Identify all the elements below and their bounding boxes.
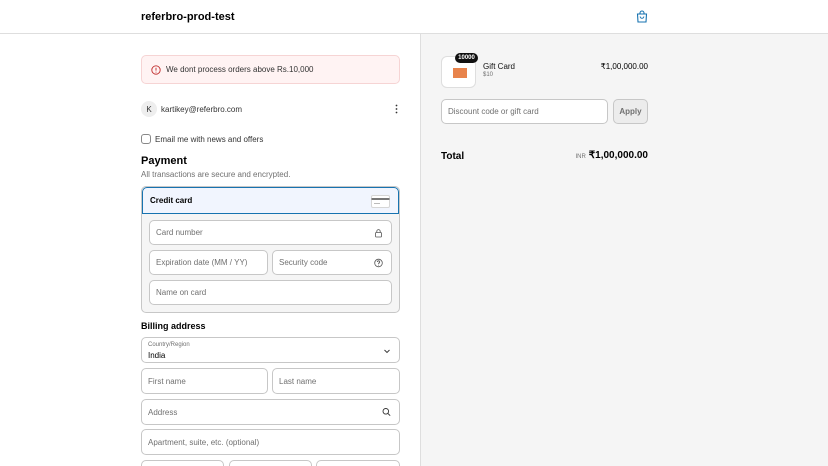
lock-icon [375, 228, 382, 237]
alert-message: We dont process orders above Rs.10,000 [166, 65, 314, 74]
discount-placeholder: Discount code or gift card [448, 107, 539, 116]
order-limit-alert: We dont process orders above Rs.10,000 [141, 55, 400, 84]
address-field[interactable]: Address [141, 399, 400, 425]
last-name-field[interactable]: Last name [272, 368, 400, 394]
name-on-card-field[interactable]: Name on card [149, 280, 392, 305]
country-label: Country/Region [148, 342, 190, 348]
apartment-field[interactable]: Apartment, suite, etc. (optional) [141, 429, 400, 455]
expiry-placeholder: Expiration date (MM / YY) [156, 258, 248, 267]
city-field[interactable] [141, 460, 224, 466]
credit-card-method[interactable]: Credit card [142, 187, 399, 214]
currency-code: INR [575, 154, 586, 160]
product-image [453, 68, 467, 78]
credit-card-label: Credit card [150, 196, 193, 205]
total-value: ₹1,00,000.00 [588, 150, 648, 161]
billing-title: Billing address [141, 321, 206, 331]
first-name-field[interactable]: First name [141, 368, 268, 394]
store-name[interactable]: referbro-prod-test [141, 11, 235, 23]
newsletter-option[interactable]: Email me with news and offers [141, 134, 263, 144]
credit-card-icon [371, 195, 390, 208]
apply-button[interactable]: Apply [613, 99, 648, 124]
total-label: Total [441, 151, 465, 162]
payment-subtitle: All transactions are secure and encrypte… [141, 170, 291, 179]
help-circle-icon[interactable] [374, 258, 383, 267]
product-variant: $10 [483, 72, 494, 78]
search-icon [382, 408, 391, 417]
quantity-badge: 10000 [455, 53, 478, 63]
product-price: ₹1,00,000.00 [600, 62, 648, 71]
last-name-placeholder: Last name [279, 376, 317, 386]
country-select[interactable]: Country/Region India [141, 337, 400, 363]
security-code-placeholder: Security code [279, 258, 328, 267]
pin-code-field[interactable] [316, 460, 400, 466]
bag-icon[interactable] [636, 10, 648, 23]
security-code-field[interactable]: Security code [272, 250, 392, 275]
apartment-placeholder: Apartment, suite, etc. (optional) [148, 437, 260, 447]
state-field[interactable] [229, 460, 312, 466]
expiry-field[interactable]: Expiration date (MM / YY) [149, 250, 268, 275]
card-number-field[interactable]: Card number [149, 220, 392, 245]
newsletter-label[interactable]: Email me with news and offers [155, 135, 263, 144]
chevron-down-icon [384, 349, 390, 354]
total-amount: INR ₹1,00,000.00 [520, 150, 648, 161]
first-name-placeholder: First name [148, 376, 186, 386]
country-value: India [148, 351, 166, 360]
kebab-icon[interactable] [395, 104, 398, 114]
product-name: Gift Card [483, 62, 516, 71]
card-number-placeholder: Card number [156, 228, 203, 237]
name-on-card-placeholder: Name on card [156, 288, 207, 297]
discount-input[interactable]: Discount code or gift card [441, 99, 608, 124]
payment-title: Payment [141, 155, 187, 167]
newsletter-checkbox[interactable] [141, 134, 151, 144]
avatar: K [141, 101, 157, 117]
address-placeholder: Address [148, 407, 178, 417]
account-row: K kartikey@referbro.com [141, 100, 400, 118]
alert-circle-icon [151, 64, 161, 75]
header: referbro-prod-test [0, 0, 828, 34]
account-email: kartikey@referbro.com [161, 104, 243, 114]
